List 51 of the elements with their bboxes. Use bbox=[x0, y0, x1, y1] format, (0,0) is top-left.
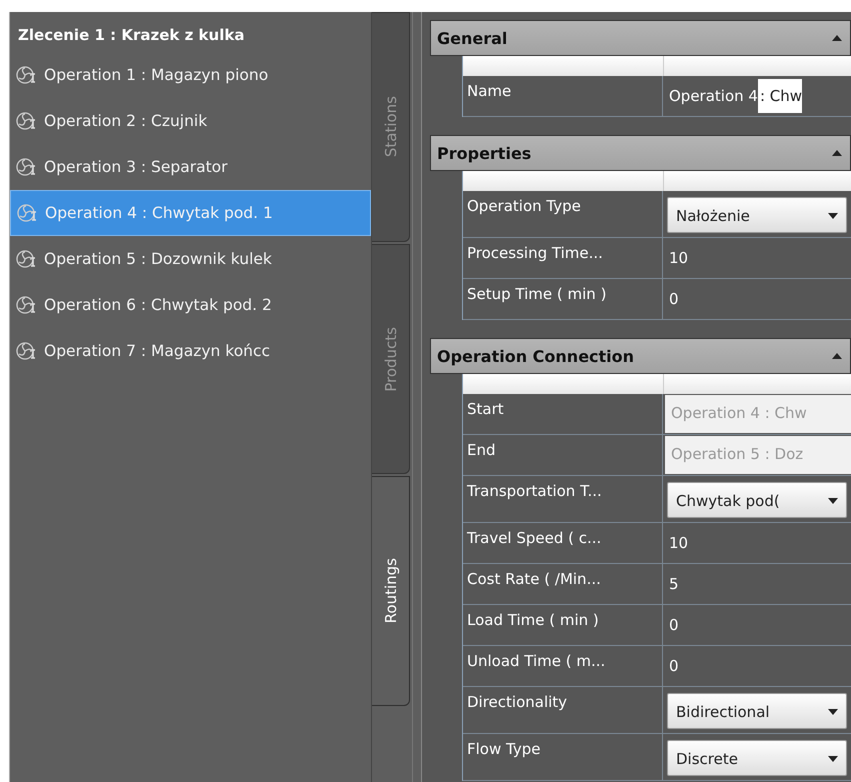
caret-icon[interactable] bbox=[832, 150, 842, 156]
property-label: Start bbox=[463, 394, 663, 434]
operation-item[interactable]: Operation 3 : Separator bbox=[10, 144, 371, 190]
fan-icon bbox=[16, 157, 36, 177]
operation-item[interactable]: Operation 2 : Czujnik bbox=[10, 98, 371, 144]
caret-icon[interactable] bbox=[828, 498, 838, 504]
operation-item[interactable]: Operation 1 : Magazyn piono bbox=[10, 52, 371, 98]
operation-item[interactable]: Operation 5 : Dozownik kulek bbox=[10, 236, 371, 282]
fan-icon bbox=[16, 249, 36, 269]
caret-icon[interactable] bbox=[832, 35, 842, 41]
dropdown[interactable]: Chwytak pod( bbox=[667, 482, 847, 518]
dropdown[interactable]: Bidirectional bbox=[667, 693, 847, 729]
value-field[interactable]: 10 bbox=[663, 239, 851, 277]
readonly-field: Operation 5 : Doz bbox=[665, 436, 851, 474]
dropdown[interactable]: Nałożenie bbox=[667, 197, 847, 233]
fan-icon bbox=[17, 203, 37, 223]
fan-icon bbox=[16, 295, 36, 315]
value-field[interactable]: 0 bbox=[663, 280, 851, 318]
operation-item[interactable]: Operation 7 : Magazyn końcc bbox=[10, 328, 371, 374]
property-label: Name bbox=[463, 76, 663, 116]
caret-icon[interactable] bbox=[828, 756, 838, 762]
property-label: Load Time ( min ) bbox=[463, 605, 663, 645]
property-label: Processing Time... bbox=[463, 238, 663, 278]
side-tab[interactable]: Routings bbox=[372, 476, 410, 706]
section-header[interactable]: Operation Connection bbox=[430, 338, 851, 374]
order-title: Zlecenie 1 : Krazek z kulka bbox=[17, 25, 246, 46]
dropdown[interactable]: Discrete bbox=[667, 740, 847, 776]
readonly-field: Operation 4 : Chw bbox=[665, 395, 851, 433]
operation-item[interactable]: Operation 6 : Chwytak pod. 2 bbox=[10, 282, 371, 328]
caret-icon[interactable] bbox=[828, 213, 838, 219]
property-label: End bbox=[463, 435, 663, 475]
value-field[interactable]: 5 bbox=[663, 565, 851, 603]
property-label: Flow Type bbox=[463, 734, 663, 780]
property-label: Unload Time ( m... bbox=[463, 646, 663, 686]
property-label: Travel Speed ( c... bbox=[463, 523, 663, 563]
property-label: Cost Rate ( /Min... bbox=[463, 564, 663, 604]
fan-icon bbox=[16, 341, 36, 361]
property-label: Operation Type bbox=[463, 191, 663, 237]
fan-icon bbox=[16, 65, 36, 85]
name-field[interactable]: Operation 4: Chw bbox=[663, 76, 851, 116]
fan-icon bbox=[16, 111, 36, 131]
property-label: Directionality bbox=[463, 687, 663, 733]
section-header[interactable]: Properties bbox=[430, 135, 851, 171]
property-label: Transportation T... bbox=[463, 476, 663, 522]
value-field[interactable]: 0 bbox=[663, 647, 851, 685]
caret-icon[interactable] bbox=[832, 353, 842, 359]
value-field[interactable]: 10 bbox=[663, 524, 851, 562]
value-field[interactable]: 0 bbox=[663, 606, 851, 644]
section-header[interactable]: General bbox=[430, 20, 851, 56]
property-label: Setup Time ( min ) bbox=[463, 279, 663, 319]
caret-icon[interactable] bbox=[828, 709, 838, 715]
